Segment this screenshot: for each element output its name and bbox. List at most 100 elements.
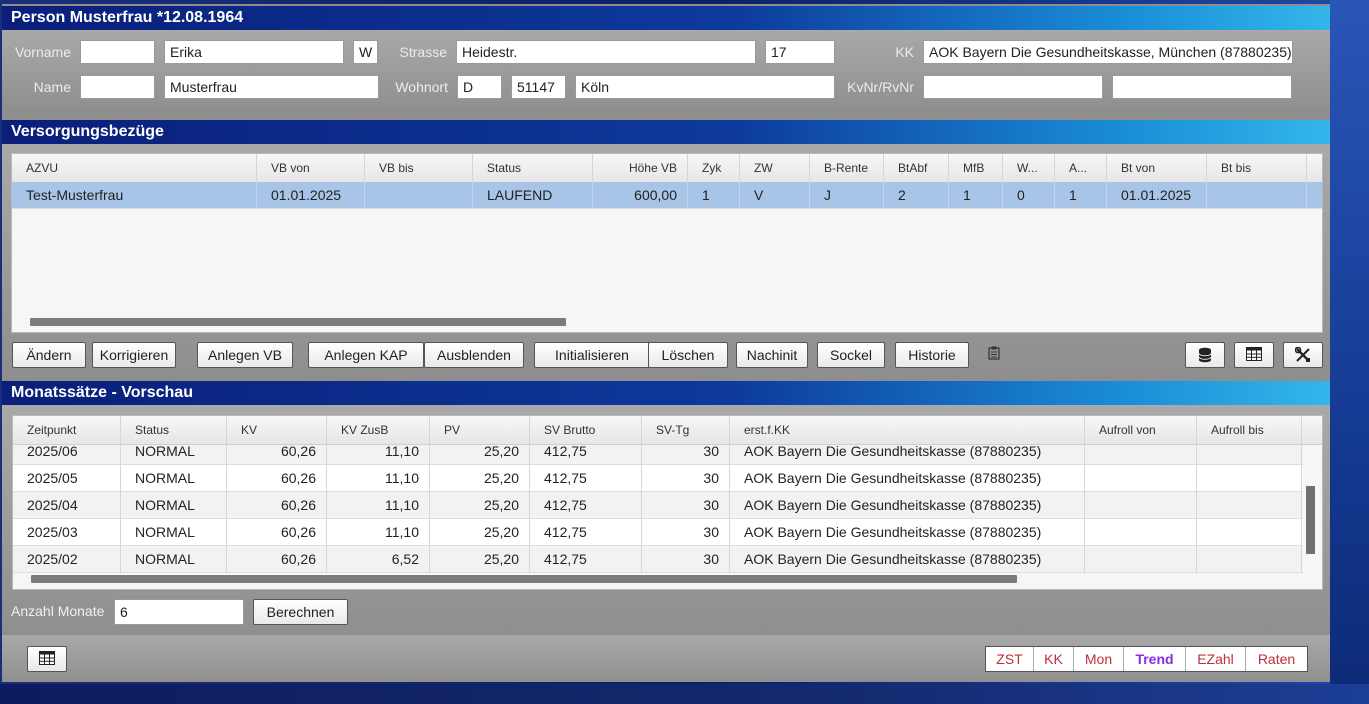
monat-table: Zeitpunkt Status KV KV ZusB PV SV Brutto SV-Tg… xyxy=(12,415,1323,590)
monat-cell: 60,26 xyxy=(227,519,327,546)
vb-col-header[interactable]: VB bis xyxy=(365,154,473,182)
strasse-field[interactable]: Heidestr. xyxy=(456,40,756,64)
monat-table-row[interactable]: 2025/02 NORMAL 60,26 6,52 25,20 412,75 30 AOK B… xyxy=(13,546,1303,573)
monat-cell: NORMAL xyxy=(121,465,227,492)
monat-cell: NORMAL xyxy=(121,492,227,519)
korrigieren-button[interactable]: Korrigieren xyxy=(92,342,176,368)
name-prefix-field[interactable] xyxy=(80,75,155,99)
loeschen-button[interactable]: Löschen xyxy=(648,342,728,368)
vb-col-header[interactable]: A... xyxy=(1055,154,1107,182)
sockel-button[interactable]: Sockel xyxy=(817,342,885,368)
vb-col-header[interactable]: VB von xyxy=(257,154,365,182)
versorgung-hscrollbar[interactable] xyxy=(30,318,566,326)
vb-col-header[interactable]: MfB xyxy=(949,154,1003,182)
monat-cell xyxy=(1085,546,1197,573)
person-panel: Vorname Erika W Strasse Heidestr. 17 KK … xyxy=(2,30,1330,110)
monat-cell: 30 xyxy=(642,465,730,492)
kvnr-field[interactable] xyxy=(923,75,1103,99)
monat-cell: AOK Bayern Die Gesundheitskasse (8788023… xyxy=(730,519,1085,546)
vb-col-header[interactable]: Höhe VB xyxy=(593,154,688,182)
monat-col-header[interactable]: Aufroll von xyxy=(1085,416,1197,444)
vb-cell: J xyxy=(810,182,884,209)
historie-button[interactable]: Historie xyxy=(895,342,969,368)
monat-vscrollbar[interactable] xyxy=(1306,486,1315,554)
plz-field[interactable]: 51147 xyxy=(511,75,566,99)
monat-table-header: Zeitpunkt Status KV KV ZusB PV SV Brutto SV-Tg… xyxy=(13,416,1322,445)
monat-cell: 412,75 xyxy=(530,492,642,519)
vb-col-header[interactable]: ZW xyxy=(740,154,810,182)
monat-col-header[interactable]: SV-Tg xyxy=(642,416,730,444)
monat-hscrollbar[interactable] xyxy=(31,575,1017,583)
name-field[interactable]: Musterfrau xyxy=(164,75,379,99)
vb-col-header[interactable]: AZVU xyxy=(12,154,257,182)
vb-col-header[interactable]: Status xyxy=(473,154,593,182)
vorname-label: Vorname xyxy=(14,44,71,60)
nachinit-button[interactable]: Nachinit xyxy=(736,342,808,368)
monat-table-row[interactable]: 2025/03 NORMAL 60,26 11,10 25,20 412,75 30 AOK … xyxy=(13,519,1303,546)
anlegen-kap-button[interactable]: Anlegen KAP xyxy=(308,342,424,368)
rvnr-field[interactable] xyxy=(1112,75,1292,99)
anlegen-vb-button[interactable]: Anlegen VB xyxy=(197,342,293,368)
desktop-edge xyxy=(1330,0,1369,704)
kvnr-label: KvNr/RvNr xyxy=(847,79,914,95)
ort-field[interactable]: Köln xyxy=(575,75,835,99)
monat-table-row[interactable]: 2025/05 NORMAL 60,26 11,10 25,20 412,75 30 AOK … xyxy=(13,465,1303,492)
monat-col-header[interactable]: Aufroll bis xyxy=(1197,416,1302,444)
clipboard-icon[interactable] xyxy=(988,346,1000,363)
monat-panel: Zeitpunkt Status KV KV ZusB PV SV Brutto SV-Tg… xyxy=(2,405,1330,635)
monat-col-header[interactable]: KV xyxy=(227,416,327,444)
monat-cell: AOK Bayern Die Gesundheitskasse (8788023… xyxy=(730,492,1085,519)
vb-cell: 01.01.2025 xyxy=(257,182,365,209)
ausblenden-button[interactable]: Ausblenden xyxy=(424,342,524,368)
vb-col-header[interactable]: Bt von xyxy=(1107,154,1207,182)
monat-col-header[interactable]: erst.f.KK xyxy=(730,416,1085,444)
versorgung-header: Versorgungsbezüge xyxy=(2,120,1330,144)
monat-cell: 412,75 xyxy=(530,465,642,492)
wohnort-label: Wohnort xyxy=(395,79,448,95)
tab-trend[interactable]: Trend xyxy=(1124,647,1186,671)
monat-cell: 25,20 xyxy=(430,519,530,546)
vb-col-header[interactable]: W... xyxy=(1003,154,1055,182)
versorgung-table: AZVU VB von VB bis Status Höhe VB Zyk ZW B-Rent… xyxy=(11,153,1323,333)
kk-field[interactable]: AOK Bayern Die Gesundheitskasse, München… xyxy=(923,40,1293,64)
tools-button[interactable] xyxy=(1283,342,1323,368)
versorgung-panel: AZVU VB von VB bis Status Höhe VB Zyk ZW B-Rent… xyxy=(2,144,1330,376)
land-field[interactable]: D xyxy=(457,75,502,99)
monat-cell: 30 xyxy=(642,492,730,519)
tab-zst[interactable]: ZST xyxy=(986,647,1034,671)
tab-ezahl[interactable]: EZahl xyxy=(1186,647,1246,671)
monat-col-header[interactable]: Zeitpunkt xyxy=(13,416,121,444)
monat-cell: 25,20 xyxy=(430,465,530,492)
database-button[interactable] xyxy=(1185,342,1225,368)
vb-col-header[interactable]: Zyk xyxy=(688,154,740,182)
hausnr-field[interactable]: 17 xyxy=(765,40,835,64)
geschlecht-field[interactable]: W xyxy=(353,40,378,64)
monat-col-header[interactable]: Status xyxy=(121,416,227,444)
aendern-button[interactable]: Ändern xyxy=(12,342,86,368)
monat-col-header[interactable]: PV xyxy=(430,416,530,444)
monat-col-header[interactable]: KV ZusB xyxy=(327,416,430,444)
monat-cell xyxy=(1085,492,1197,519)
vb-table-row[interactable]: Test-Musterfrau 01.01.2025 LAUFEND 600,00 1 V… xyxy=(12,182,1322,209)
monat-table-row[interactable]: 2025/04 NORMAL 60,26 11,10 25,20 412,75 30 AOK … xyxy=(13,492,1303,519)
vorname-prefix-field[interactable] xyxy=(80,40,155,64)
tab-mon[interactable]: Mon xyxy=(1074,647,1124,671)
table-button[interactable] xyxy=(1234,342,1274,368)
name-label: Name xyxy=(33,79,71,95)
vb-col-header[interactable]: B-Rente xyxy=(810,154,884,182)
tab-raten[interactable]: Raten xyxy=(1246,647,1307,671)
footer-table-button[interactable] xyxy=(27,646,67,672)
table-icon xyxy=(39,651,55,668)
vb-col-header[interactable]: Bt bis xyxy=(1207,154,1307,182)
monat-cell: 30 xyxy=(642,519,730,546)
vorname-field[interactable]: Erika xyxy=(164,40,344,64)
monat-cell: 25,20 xyxy=(430,546,530,573)
initialisieren-button[interactable]: Initialisieren xyxy=(534,342,650,368)
tools-icon xyxy=(1294,346,1311,366)
berechnen-button[interactable]: Berechnen xyxy=(253,599,348,625)
tab-kk[interactable]: KK xyxy=(1034,647,1074,671)
anzahl-monate-input[interactable]: 6 xyxy=(114,599,244,625)
view-tabbar: ZST KK Mon Trend EZahl Raten xyxy=(985,646,1308,672)
vb-col-header[interactable]: BtAbf xyxy=(884,154,949,182)
monat-col-header[interactable]: SV Brutto xyxy=(530,416,642,444)
